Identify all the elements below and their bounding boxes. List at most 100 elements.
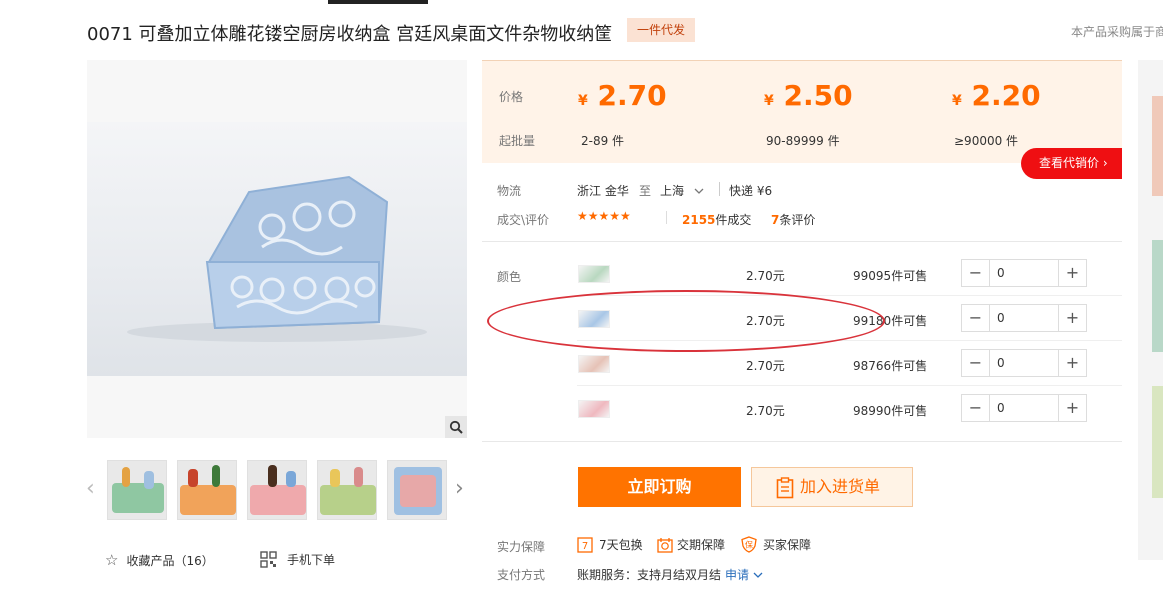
- quantity-stepper[interactable]: −+: [961, 394, 1087, 422]
- magnifier-icon: [449, 420, 463, 434]
- minus-icon[interactable]: −: [962, 305, 990, 331]
- variant-stock-suffix: 件可售: [891, 314, 928, 328]
- ship-to-word: 至: [639, 184, 652, 198]
- logistics-label: 物流: [497, 184, 522, 198]
- variant-price: 2.70元: [746, 404, 785, 418]
- thumb-prev-icon[interactable]: ‹: [86, 476, 95, 501]
- price-tier-2-value: 2.50: [783, 79, 853, 112]
- variant-stock: 99095件可售: [853, 267, 927, 284]
- mobile-order-button[interactable]: 手机下单: [260, 551, 335, 568]
- guarantee-delivery-label: 交期保障: [677, 538, 726, 552]
- quantity-input[interactable]: [991, 305, 1059, 331]
- destination-select[interactable]: 上海: [660, 182, 704, 199]
- recommendation-thumb[interactable]: [1152, 240, 1163, 352]
- review-suffix: 条评价: [779, 213, 816, 227]
- apply-credit-link[interactable]: 申请: [725, 566, 763, 583]
- deals-count: 2155: [682, 213, 716, 227]
- shipping-fee: 快递 ¥6: [729, 184, 773, 198]
- quantity-stepper[interactable]: −+: [961, 259, 1087, 287]
- variant-stock-suffix: 件可售: [891, 269, 928, 283]
- variant-stock-count: 98766: [853, 359, 892, 373]
- guarantee-7day-label: 7天包换: [599, 538, 643, 552]
- favorite-label: 收藏产品（16）: [126, 553, 214, 568]
- guarantee-label: 实力保障: [497, 540, 546, 554]
- mobile-label: 手机下单: [287, 553, 336, 567]
- recommendation-thumb[interactable]: [1152, 386, 1163, 498]
- chevron-down-icon: [753, 572, 763, 578]
- divider: [666, 211, 667, 224]
- destination-value: 上海: [660, 184, 685, 198]
- recommendation-thumb[interactable]: [1152, 96, 1163, 196]
- quantity-input[interactable]: [991, 260, 1059, 286]
- guarantee-delivery[interactable]: 交期保障: [657, 536, 725, 553]
- price-tier-1-value: 2.70: [597, 79, 667, 112]
- currency-symbol: ¥: [578, 93, 588, 109]
- star-outline-icon: ☆: [105, 551, 119, 569]
- qr-code-icon: [260, 551, 277, 568]
- price-tier-2: ¥ 2.50: [764, 79, 853, 112]
- view-distributor-price-button[interactable]: 查看代销价 ›: [1021, 148, 1122, 179]
- currency-symbol: ¥: [952, 93, 962, 109]
- product-photo: [87, 122, 467, 376]
- main-product-image[interactable]: [87, 60, 467, 438]
- moq-tier-3: ≥90000 件: [954, 134, 1019, 148]
- thumbnail-3[interactable]: [247, 460, 307, 520]
- quantity-stepper[interactable]: −+: [961, 349, 1087, 377]
- deals-suffix: 件成交: [715, 213, 752, 227]
- guarantee-7day[interactable]: 7 7天包换: [577, 536, 643, 553]
- thumbnail-1[interactable]: [107, 460, 167, 520]
- rating-stars: ★★★★★: [577, 209, 631, 223]
- section-divider: [482, 441, 1122, 442]
- minus-icon[interactable]: −: [962, 350, 990, 376]
- payment-text: 账期服务：支持月结双月结: [577, 568, 722, 582]
- annotation-circle: [487, 290, 885, 352]
- thumbnail-2[interactable]: [177, 460, 237, 520]
- review-count-link[interactable]: 7条评价: [771, 211, 815, 228]
- price-tier-1: ¥ 2.70: [578, 79, 667, 112]
- top-strip: [328, 0, 428, 4]
- ship-from: 浙江 金华: [577, 184, 629, 198]
- color-swatch[interactable]: [578, 355, 610, 373]
- svg-text:保: 保: [745, 540, 753, 550]
- section-divider: [482, 241, 1122, 242]
- quantity-stepper[interactable]: −+: [961, 304, 1087, 332]
- deals-count-link[interactable]: 2155件成交: [682, 211, 751, 228]
- clipboard-icon: [776, 477, 794, 499]
- plus-icon[interactable]: +: [1058, 305, 1086, 331]
- thumbnail-5[interactable]: [387, 460, 447, 520]
- color-label: 颜色: [497, 270, 522, 284]
- payment-label: 支付方式: [497, 568, 546, 582]
- thumbnail-4[interactable]: [317, 460, 377, 520]
- plus-icon[interactable]: +: [1058, 395, 1086, 421]
- recommendation-rail: [1138, 60, 1163, 560]
- add-to-cart-label: 加入进货单: [800, 477, 881, 496]
- basket-illustration: [127, 175, 427, 342]
- minus-icon[interactable]: −: [962, 395, 990, 421]
- order-now-button[interactable]: 立即订购: [578, 467, 741, 507]
- quantity-input[interactable]: [991, 395, 1059, 421]
- price-panel: 价格 起批量 ¥ 2.70 ¥ 2.50 ¥ 2.20 2-89 件 90-89…: [482, 60, 1122, 163]
- guarantee-buyer-label: 买家保障: [763, 538, 812, 552]
- variant-stock-suffix: 件可售: [891, 404, 928, 418]
- color-swatch[interactable]: [578, 400, 610, 418]
- plus-icon[interactable]: +: [1058, 350, 1086, 376]
- plus-icon[interactable]: +: [1058, 260, 1086, 286]
- zoom-button[interactable]: [445, 416, 467, 438]
- dropship-tag[interactable]: 一件代发: [627, 18, 695, 42]
- row-divider: [577, 385, 1122, 386]
- thumb-next-icon[interactable]: ›: [455, 476, 464, 501]
- add-to-cart-button[interactable]: 加入进货单: [751, 467, 913, 507]
- variant-price: 2.70元: [746, 269, 785, 283]
- minus-icon[interactable]: −: [962, 260, 990, 286]
- variant-stock-count: 98990: [853, 404, 892, 418]
- purchase-note: 本产品采购属于商: [1071, 25, 1163, 39]
- favorite-product-button[interactable]: ☆ 收藏产品（16）: [105, 551, 214, 569]
- seven-day-icon: 7: [577, 536, 593, 553]
- quantity-input[interactable]: [991, 350, 1059, 376]
- variant-price: 2.70元: [746, 359, 785, 373]
- variant-stock: 98990件可售: [853, 402, 927, 419]
- guarantee-buyer[interactable]: 保 买家保障: [741, 536, 811, 553]
- color-swatch[interactable]: [578, 265, 610, 283]
- variant-stock-count: 99095: [853, 269, 892, 283]
- moq-tier-1: 2-89 件: [581, 134, 625, 148]
